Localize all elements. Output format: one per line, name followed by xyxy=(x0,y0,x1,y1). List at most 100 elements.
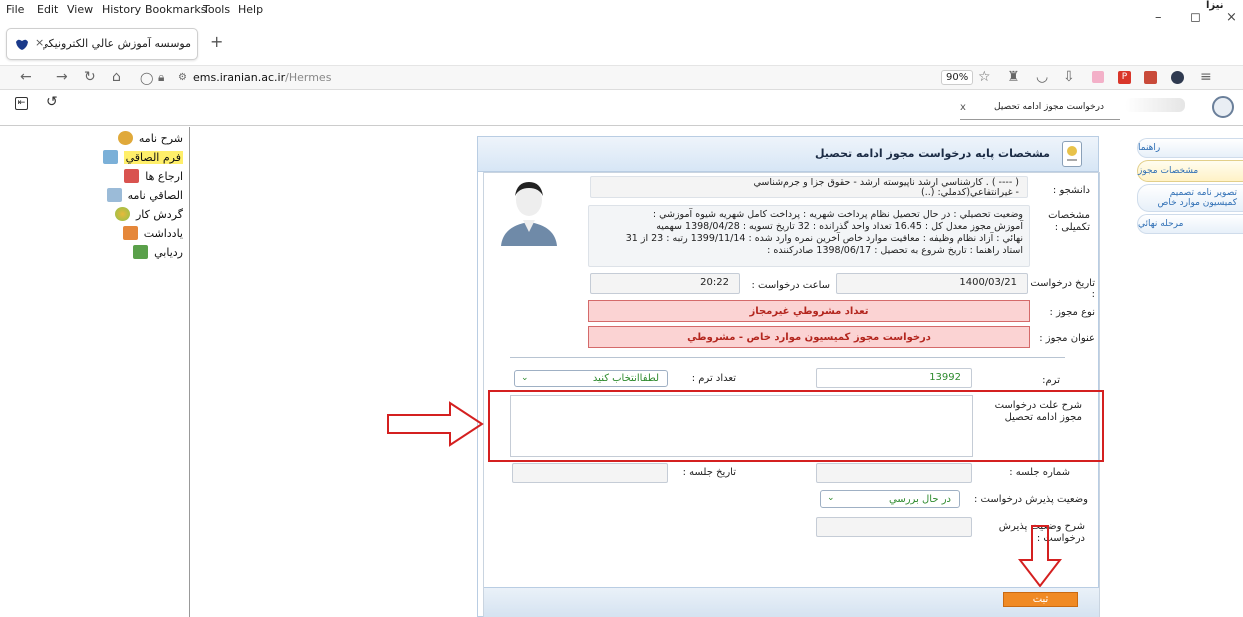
status-description-field[interactable] xyxy=(816,517,972,537)
side-item-label: رديابي xyxy=(154,245,183,259)
search-tag-close-icon[interactable]: x xyxy=(960,102,966,113)
note-icon xyxy=(122,226,138,240)
side-item-label: يادداشت xyxy=(143,226,183,240)
permit-title-label: عنوان مجوز : xyxy=(1039,333,1095,344)
menu-help[interactable]: Help xyxy=(238,3,263,16)
session-date-field[interactable] xyxy=(512,463,668,483)
library-icon[interactable]: ♜ xyxy=(1007,69,1020,85)
side-item-label: شرح نامه xyxy=(138,131,183,145)
search-tag-label: درخواست مجوز ادامه تحصیل xyxy=(994,102,1104,112)
tracking-icon xyxy=(133,245,149,259)
details-line-2: آموزش مجوز معدل کل : 16.45 تعداد واحد گذ… xyxy=(656,221,1023,232)
search-tag[interactable]: درخواست مجوز ادامه تحصیل x xyxy=(960,96,1120,120)
permit-type-box: تعداد مشروطي غيرمجاز xyxy=(588,300,1030,322)
shield-icon[interactable]: ◯ xyxy=(140,71,153,85)
right-tab-decision-image[interactable]: تصوير نامه تصميم کميسيون موارد خاص xyxy=(1137,184,1243,212)
account-icon[interactable] xyxy=(1171,71,1184,84)
download-icon[interactable]: ⇩ xyxy=(1063,69,1075,85)
new-tab-button[interactable]: + xyxy=(210,32,223,51)
attachment-icon xyxy=(106,188,122,202)
browser-tab[interactable]: موسسه آموزش عالي الكترونيكي ا × xyxy=(6,28,198,60)
student-photo xyxy=(493,176,565,246)
side-item-label: الصاقي نامه xyxy=(127,188,183,202)
side-item-notes[interactable]: يادداشت xyxy=(122,224,183,242)
side-item-label: ارجاع ها xyxy=(145,169,183,183)
right-tab-label: راهنما xyxy=(1138,143,1161,153)
home-icon[interactable]: ⌂ xyxy=(112,69,121,85)
reason-label: شرح علت درخواست مجوز ادامه تحصيل xyxy=(994,400,1082,423)
side-item-label: فرم الصاقي xyxy=(123,150,183,164)
panel-header: مشخصات پایه درخواست مجوز ادامه تحصیل xyxy=(477,136,1099,172)
annotation-arrow-right-icon xyxy=(386,401,486,447)
right-tab-label: مرحله نهائي xyxy=(1138,219,1184,229)
tab-close-icon[interactable]: × xyxy=(35,36,44,49)
term-field[interactable]: 13992 xyxy=(816,368,972,388)
submit-button[interactable]: ثبت xyxy=(1003,592,1078,607)
document-icon xyxy=(1062,141,1082,167)
request-date-box: 1400/03/21 xyxy=(836,273,1028,294)
right-tab-help[interactable]: راهنما xyxy=(1137,138,1243,158)
back-arrow-icon[interactable]: ← xyxy=(20,69,32,85)
details-line-3: نهائي : آزاد نظام وظيفه : معافيت موارد خ… xyxy=(625,233,1023,244)
side-item-attached-form[interactable]: فرم الصاقي xyxy=(102,148,183,166)
lock-icon[interactable]: 🔒︎ xyxy=(158,70,164,85)
navigation-bar: ← → ↻ ⌂ ◯ 🔒︎ ⚙ ems.iranian.ac.ir/Hermes … xyxy=(0,66,1243,90)
request-time-box: 20:22 xyxy=(590,273,740,294)
right-tab-final-stage[interactable]: مرحله نهائي xyxy=(1137,214,1243,234)
permit-title-box: درخواست مجوز کميسيون موارد خاص - مشروطي xyxy=(588,326,1030,348)
extension-p-icon[interactable]: P xyxy=(1118,71,1131,84)
side-item-tracking[interactable]: رديابي xyxy=(133,243,183,261)
favicon-icon xyxy=(15,37,29,51)
tab-title: موسسه آموزش عالي الكترونيكي ا xyxy=(43,37,191,50)
menu-tools[interactable]: Tools xyxy=(203,3,230,16)
menu-history[interactable]: History xyxy=(102,3,141,16)
side-item-referrals[interactable]: ارجاع ها xyxy=(124,167,183,185)
envelope-icon xyxy=(117,131,133,145)
side-item-attached-letter[interactable]: الصاقي نامه xyxy=(106,186,183,204)
menu-file[interactable]: File xyxy=(6,3,24,16)
term-count-label: تعداد ترم : xyxy=(691,373,736,384)
details-box: وضعيت تحصيلي : در حال تحصيل نظام پرداخت … xyxy=(588,205,1030,267)
url-field[interactable]: ems.iranian.ac.ir/Hermes xyxy=(193,71,331,84)
referral-icon xyxy=(124,169,140,183)
zoom-level[interactable]: 90% xyxy=(941,70,974,85)
side-item-workflow[interactable]: گردش کار xyxy=(114,205,183,223)
pocket-icon[interactable]: ◡ xyxy=(1036,69,1048,85)
user-name-bar xyxy=(1125,98,1185,112)
menu-edit[interactable]: Edit xyxy=(37,3,58,16)
permit-type-value: تعداد مشروطي غيرمجاز xyxy=(749,305,869,317)
reload-icon[interactable]: ↻ xyxy=(84,69,96,85)
exit-icon[interactable]: ⇤ xyxy=(15,97,28,110)
divider xyxy=(510,357,1065,358)
permissions-icon[interactable]: ⚙ xyxy=(178,72,187,83)
right-tab-permit-details[interactable]: مشخصات مجوز xyxy=(1137,160,1243,182)
menu-bar: File Edit View History Bookmarks Tools H… xyxy=(0,0,1243,22)
app-toolbar: ⇤ ↺ درخواست مجوز ادامه تحصیل x xyxy=(0,90,1243,126)
right-tab-label: مشخصات مجوز xyxy=(1138,166,1199,176)
student-label: دانشجو : xyxy=(1052,185,1090,196)
bookmark-star-icon[interactable]: ☆ xyxy=(978,69,991,85)
refresh-icon[interactable]: ↺ xyxy=(46,94,58,110)
extension-pink-icon[interactable] xyxy=(1092,71,1104,83)
side-item-letter-desc[interactable]: شرح نامه xyxy=(117,129,183,147)
details-label: مشخصات تکمیلی : xyxy=(1048,210,1090,233)
tab-strip: موسسه آموزش عالي الكترونيكي ا × + xyxy=(0,22,1243,66)
request-date-value: 1400/03/21 xyxy=(959,277,1017,288)
status-select[interactable]: در حال بررسي ⌄ xyxy=(820,490,960,508)
session-number-label: شماره جلسه : xyxy=(1009,467,1070,478)
term-label: ترم: xyxy=(1042,375,1060,386)
hamburger-menu-icon[interactable]: ≡ xyxy=(1200,69,1212,85)
forward-arrow-icon[interactable]: → xyxy=(56,69,68,85)
extension-grid-icon[interactable] xyxy=(1144,71,1157,84)
menu-bookmarks[interactable]: Bookmarks xyxy=(145,3,206,16)
term-count-select[interactable]: لطفاانتخاب کنيد ⌄ xyxy=(514,370,668,387)
status-label: وضعيت پذيرش درخواست : xyxy=(973,494,1088,505)
session-number-field[interactable] xyxy=(816,463,972,483)
term-count-value: لطفاانتخاب کنيد xyxy=(592,373,659,384)
panel-title: مشخصات پایه درخواست مجوز ادامه تحصیل xyxy=(814,147,1050,160)
request-time-value: 20:22 xyxy=(700,277,729,288)
reason-textarea[interactable] xyxy=(510,395,973,457)
permit-type-label: نوع مجوز : xyxy=(1049,307,1095,318)
menu-view[interactable]: View xyxy=(67,3,93,16)
user-avatar[interactable] xyxy=(1212,96,1234,118)
